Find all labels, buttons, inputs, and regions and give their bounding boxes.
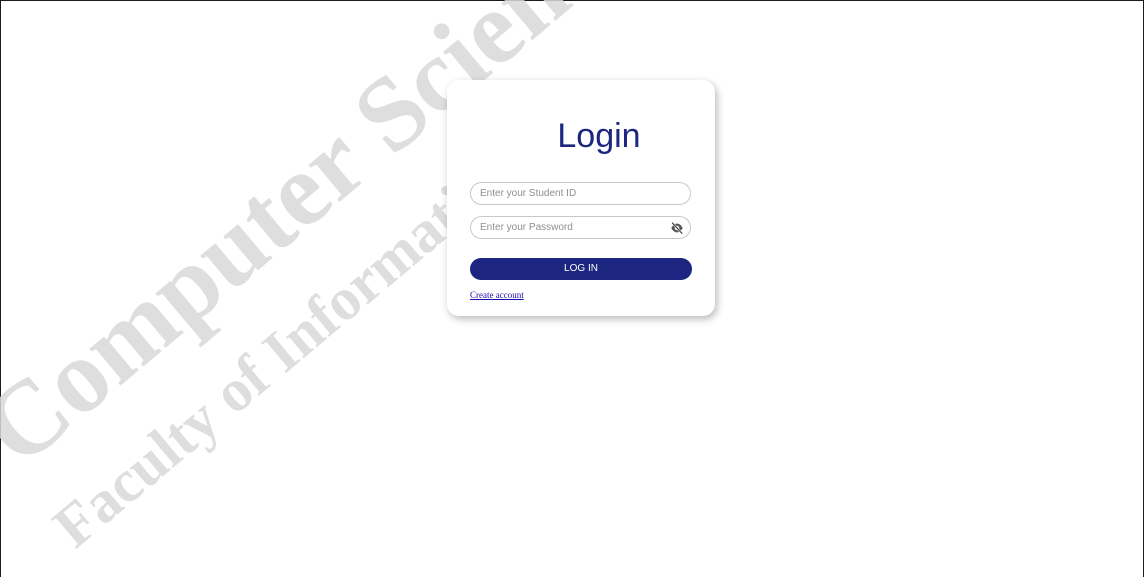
- login-title: Login: [557, 117, 641, 155]
- password-input[interactable]: [471, 217, 690, 238]
- password-field-wrapper: [470, 216, 691, 239]
- create-account-link[interactable]: Create account: [470, 290, 524, 300]
- login-card: Login LOG IN Create account: [447, 80, 715, 316]
- student-id-input[interactable]: [471, 183, 690, 204]
- login-button[interactable]: LOG IN: [470, 258, 692, 280]
- student-id-field-wrapper: [470, 182, 691, 205]
- eye-slash-icon[interactable]: [670, 221, 684, 235]
